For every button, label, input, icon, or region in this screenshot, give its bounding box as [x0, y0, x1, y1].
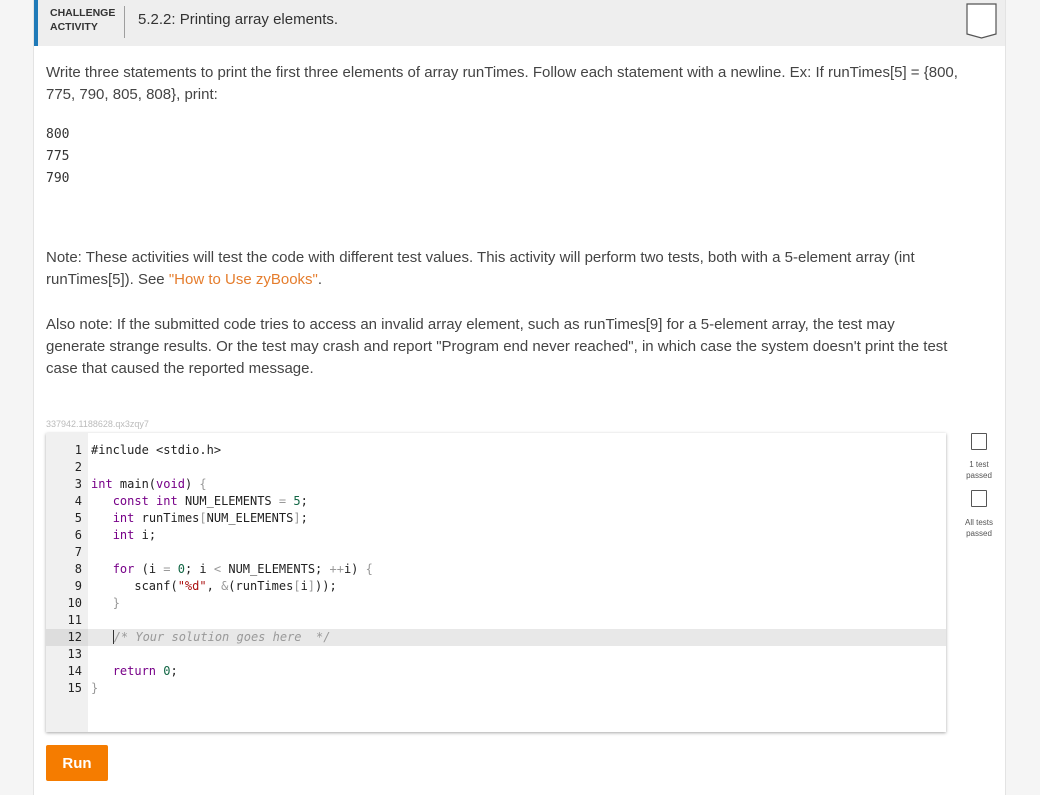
code-text: int main(void) {	[91, 477, 207, 491]
code-text: const int NUM_ELEMENTS = 5;	[112, 494, 308, 508]
code-line[interactable]: 11	[46, 612, 946, 629]
one-test-passed-label: 1 test passed	[966, 460, 992, 480]
line-number: 1	[74, 443, 82, 457]
line-number: 4	[74, 494, 82, 508]
code-line[interactable]: 9 scanf("%d", &(runTimes[i]));	[46, 578, 946, 595]
code-text: }	[112, 596, 120, 610]
sample-output-line: 790	[46, 171, 70, 186]
prompt-text: Write three statements to print the firs…	[46, 64, 958, 103]
activity-type-label: CHALLENGE ACTIVITY	[50, 7, 116, 33]
code-line[interactable]: 14 return 0;	[46, 663, 946, 680]
line-number: 5	[74, 511, 82, 525]
code-line[interactable]: 1 #include <stdio.h>	[46, 442, 946, 459]
line-number: 15	[67, 681, 82, 695]
code-line[interactable]: 3 int main(void) {	[46, 476, 946, 493]
also-note-text: Also note: If the submitted code tries t…	[46, 316, 948, 377]
code-line[interactable]: 5 int runTimes[NUM_ELEMENTS];	[46, 510, 946, 527]
line-number: 3	[74, 477, 82, 491]
sample-output-line: 775	[46, 149, 70, 164]
line-number: 11	[67, 613, 82, 627]
activity-id: 337942.1188628.qx3zqy7	[46, 419, 149, 429]
activity-title: 5.2.2: Printing array elements.	[138, 11, 339, 28]
line-number: 13	[67, 647, 82, 661]
header-divider	[124, 6, 125, 38]
code-line[interactable]: 15}	[46, 680, 946, 697]
code-line[interactable]: 8 for (i = 0; i < NUM_ELEMENTS; ++i) {	[46, 561, 946, 578]
note-text: Note: These activities will test the cod…	[46, 247, 958, 291]
active-code-line[interactable]: 12 /* Your solution goes here */	[46, 629, 946, 646]
code-text: for (i = 0; i < NUM_ELEMENTS; ++i) {	[112, 562, 373, 576]
activity-header: CHALLENGE ACTIVITY 5.2.2: Printing array…	[34, 0, 1005, 46]
line-number: 14	[67, 664, 82, 678]
completion-badge-icon	[966, 3, 997, 39]
line-number: 10	[67, 596, 82, 610]
code-text: int i;	[112, 528, 157, 542]
code-text: int runTimes[NUM_ELEMENTS];	[112, 511, 308, 525]
code-text: }	[91, 681, 99, 695]
line-number: 7	[74, 545, 82, 559]
code-editor[interactable]: 1 #include <stdio.h> 2 3 int main(void) { …	[46, 433, 946, 732]
code-line[interactable]: 7	[46, 544, 946, 561]
code-line[interactable]: 4 const int NUM_ELEMENTS = 5;	[46, 493, 946, 510]
code-line[interactable]: 13	[46, 646, 946, 663]
sample-output: 800 775 790	[46, 124, 69, 190]
line-number: 9	[74, 579, 82, 593]
code-line[interactable]: 2	[46, 459, 946, 476]
note-end: .	[317, 271, 323, 288]
code-text: scanf("%d", &(runTimes[i]));	[91, 579, 337, 593]
challenge-activity-card: CHALLENGE ACTIVITY 5.2.2: Printing array…	[33, 0, 1006, 795]
line-number: 12	[46, 629, 88, 646]
one-test-status-icon	[971, 433, 987, 450]
all-tests-passed-label: All tests passed	[964, 518, 993, 538]
line-number: 8	[74, 562, 82, 576]
how-to-use-zybooks-link[interactable]: "How to Use zyBooks"	[169, 271, 318, 288]
sample-output-line: 800	[46, 127, 70, 142]
code-text: return 0;	[112, 664, 178, 678]
code-text: /* Your solution goes here */	[112, 630, 331, 644]
code-line[interactable]: 6 int i;	[46, 527, 946, 544]
run-button[interactable]: Run	[46, 745, 108, 781]
line-number: 6	[74, 528, 82, 542]
line-number: 2	[74, 460, 82, 474]
code-text: #include <stdio.h>	[91, 443, 222, 457]
code-line[interactable]: 10 }	[46, 595, 946, 612]
all-tests-status-icon	[971, 490, 987, 507]
